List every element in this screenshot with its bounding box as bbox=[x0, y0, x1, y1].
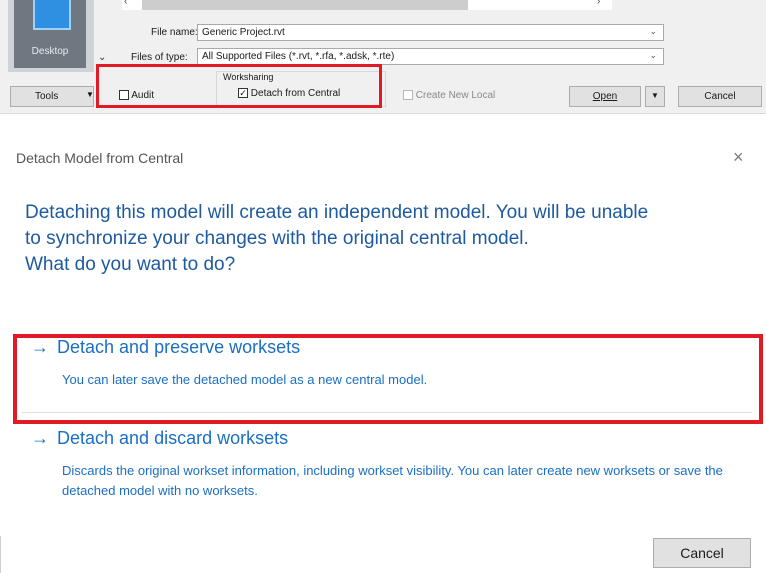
option-title: → Detach and discard worksets bbox=[31, 428, 288, 449]
dialog-message-line: Detaching this model will create an inde… bbox=[25, 202, 649, 223]
option-detach-discard-worksets[interactable]: → Detach and discard worksets Discards th… bbox=[20, 428, 755, 514]
places-item-desktop-label: Desktop bbox=[31, 46, 69, 57]
dropdown-arrow-icon: ▼ bbox=[651, 91, 659, 100]
scroll-left-icon[interactable]: ‹ bbox=[124, 0, 127, 7]
create-new-local-label: Create New Local bbox=[415, 90, 496, 101]
scroll-right-icon[interactable]: › bbox=[597, 0, 600, 7]
file-name-value: Generic Project.rvt bbox=[202, 27, 285, 38]
file-name-label: File name: bbox=[151, 27, 198, 38]
files-of-type-value: All Supported Files (*.rvt, *.rfa, *.ads… bbox=[202, 51, 395, 62]
files-of-type-label: Files of type: bbox=[131, 52, 188, 63]
dialog-frame-edge bbox=[0, 536, 1, 573]
cancel-button-label: Cancel bbox=[704, 91, 736, 102]
dialog-message: Detaching this model will create an inde… bbox=[25, 200, 745, 278]
highlight-box bbox=[13, 334, 763, 424]
dialog-title: Detach Model from Central bbox=[16, 150, 184, 166]
desktop-icon bbox=[33, 0, 71, 30]
checkbox-icon[interactable] bbox=[403, 90, 413, 101]
tools-button-label: Tools bbox=[35, 91, 59, 102]
option-description: Discards the original workset informatio… bbox=[62, 463, 723, 498]
option-title-text: Detach and discard worksets bbox=[57, 428, 289, 448]
chevron-down-icon[interactable]: ⌄ bbox=[98, 52, 106, 63]
tools-button[interactable]: Tools bbox=[10, 86, 94, 107]
scrollbar-thumb[interactable] bbox=[142, 0, 468, 10]
open-button[interactable]: Open bbox=[569, 86, 641, 107]
dialog-cancel-label: Cancel bbox=[680, 545, 724, 561]
file-name-input[interactable]: Generic Project.rvt ⌄ bbox=[197, 24, 664, 41]
open-button-label: Open bbox=[592, 91, 618, 102]
close-icon[interactable]: × bbox=[733, 147, 744, 168]
cancel-button[interactable]: Cancel bbox=[678, 86, 762, 107]
dialog-message-line: to synchronize your changes with the ori… bbox=[25, 228, 529, 249]
create-new-local-checkbox[interactable]: Create New Local bbox=[403, 90, 495, 101]
dialog-cancel-button[interactable]: Cancel bbox=[653, 538, 751, 568]
open-options-dropdown[interactable]: ▼ bbox=[645, 86, 665, 107]
dialog-message-line: What do you want to do? bbox=[25, 254, 236, 275]
chevron-down-icon[interactable]: ⌄ bbox=[649, 26, 657, 37]
dropdown-arrow-icon[interactable]: ▼ bbox=[86, 90, 94, 99]
highlight-box bbox=[96, 64, 382, 108]
arrow-right-icon: → bbox=[31, 428, 49, 448]
chevron-down-icon[interactable]: ⌄ bbox=[649, 50, 657, 61]
files-of-type-select[interactable]: All Supported Files (*.rvt, *.rfa, *.ads… bbox=[197, 48, 664, 65]
